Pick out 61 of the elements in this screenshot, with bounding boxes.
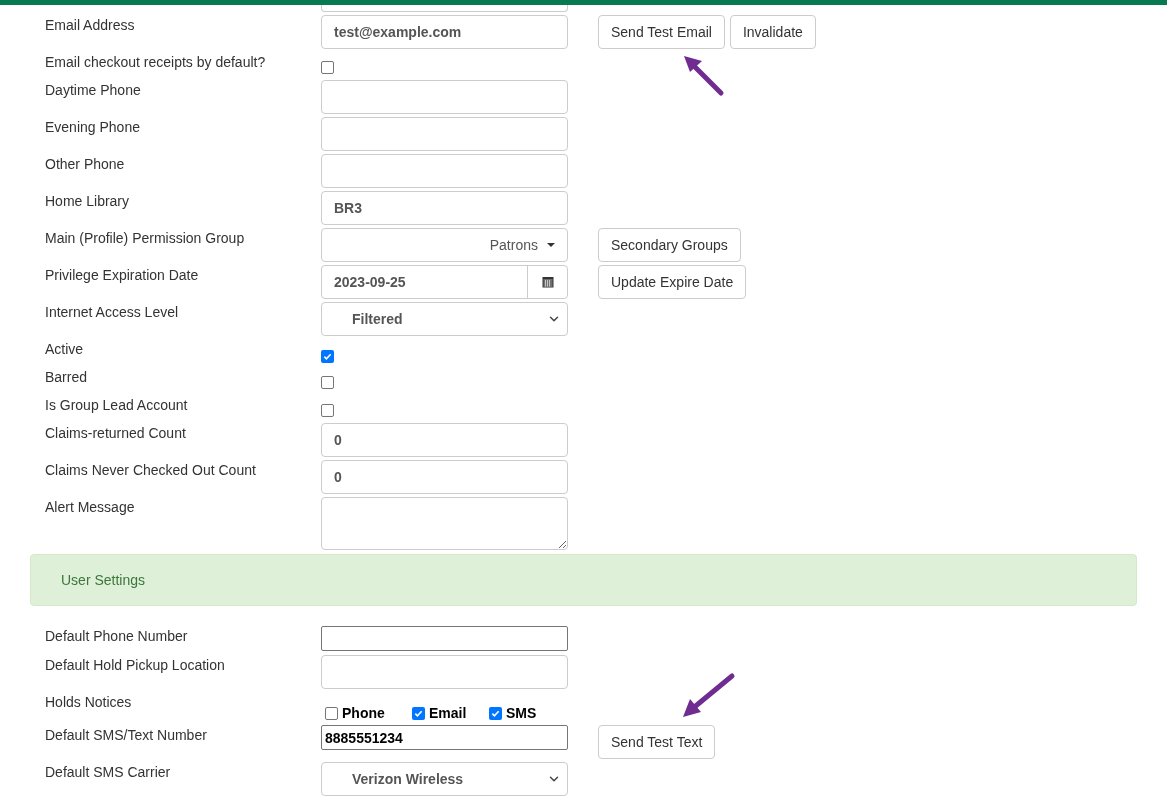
field-label: Is Group Lead Account <box>45 396 189 415</box>
checkbox[interactable] <box>325 706 338 720</box>
field-label: Main (Profile) Permission Group <box>45 229 246 248</box>
field-label: Holds Notices <box>45 693 133 712</box>
field-label: Privilege Expiration Date <box>45 266 200 285</box>
field-label: Default Phone Number <box>45 627 189 646</box>
field-label: Default Hold Pickup Location <box>45 656 226 675</box>
field-label: Email checkout receipts by default? <box>45 53 267 72</box>
calendar-icon <box>541 276 554 288</box>
option-label: Phone <box>342 703 385 723</box>
input-field[interactable] <box>321 655 568 689</box>
input-field[interactable] <box>321 626 568 651</box>
select-field[interactable]: Filtered <box>321 302 568 336</box>
field-label: Other Phone <box>45 155 126 174</box>
field-label: Active <box>45 340 85 359</box>
date-field[interactable]: 2023-09-25 <box>321 265 568 299</box>
checkmark-icon <box>323 352 332 361</box>
select-value: Verizon Wireless <box>352 769 464 789</box>
field-label: Daytime Phone <box>45 81 142 100</box>
arrow-icon <box>680 672 736 720</box>
input-field[interactable]: test@example.com <box>321 15 568 49</box>
dropdown-button[interactable]: Patrons <box>321 228 568 262</box>
field-label: Default SMS Carrier <box>45 763 172 782</box>
panel-title: User Settings <box>61 570 146 590</box>
input-field[interactable] <box>321 80 568 114</box>
input-field[interactable] <box>321 154 568 188</box>
date-value: 2023-09-25 <box>333 272 407 292</box>
input-field[interactable]: 0 <box>321 460 568 494</box>
field-label: Barred <box>45 368 89 387</box>
checkmark-icon <box>414 708 423 718</box>
input-field[interactable]: 0 <box>321 423 568 457</box>
field-label: Internet Access Level <box>45 303 180 322</box>
select-field[interactable]: Verizon Wireless <box>321 762 568 796</box>
option-label: SMS <box>506 703 537 723</box>
checkbox[interactable] <box>489 706 502 720</box>
action-button[interactable]: Send Test Email <box>598 15 725 49</box>
field-label: Claims-returned Count <box>45 424 187 443</box>
input-field[interactable] <box>321 5 568 12</box>
input-field[interactable] <box>321 117 568 151</box>
input-field[interactable]: 8885551234 <box>321 725 568 750</box>
action-button[interactable]: Send Test Text <box>598 725 716 759</box>
field-label: Claims Never Checked Out Count <box>45 461 257 480</box>
field-label: Email Address <box>45 16 136 35</box>
input-field[interactable]: BR3 <box>321 191 568 225</box>
checkbox[interactable] <box>321 404 334 417</box>
select-value: Filtered <box>352 309 403 329</box>
checkmark-icon <box>491 708 500 718</box>
checkbox[interactable] <box>321 376 334 389</box>
checkbox[interactable] <box>321 61 334 74</box>
option-label: Email <box>429 703 467 723</box>
field-label: Default SMS/Text Number <box>45 726 208 745</box>
checkbox[interactable] <box>412 706 425 720</box>
field-label: Home Library <box>45 192 131 211</box>
checkbox[interactable] <box>321 350 334 363</box>
field-label: Alert Message <box>45 498 136 517</box>
arrow-icon <box>682 53 726 97</box>
action-button[interactable]: Secondary Groups <box>598 228 741 262</box>
action-button[interactable]: Update Expire Date <box>598 265 747 299</box>
field-label: Evening Phone <box>45 118 141 137</box>
action-button[interactable]: Invalidate <box>729 15 816 49</box>
caret-icon <box>547 243 555 247</box>
